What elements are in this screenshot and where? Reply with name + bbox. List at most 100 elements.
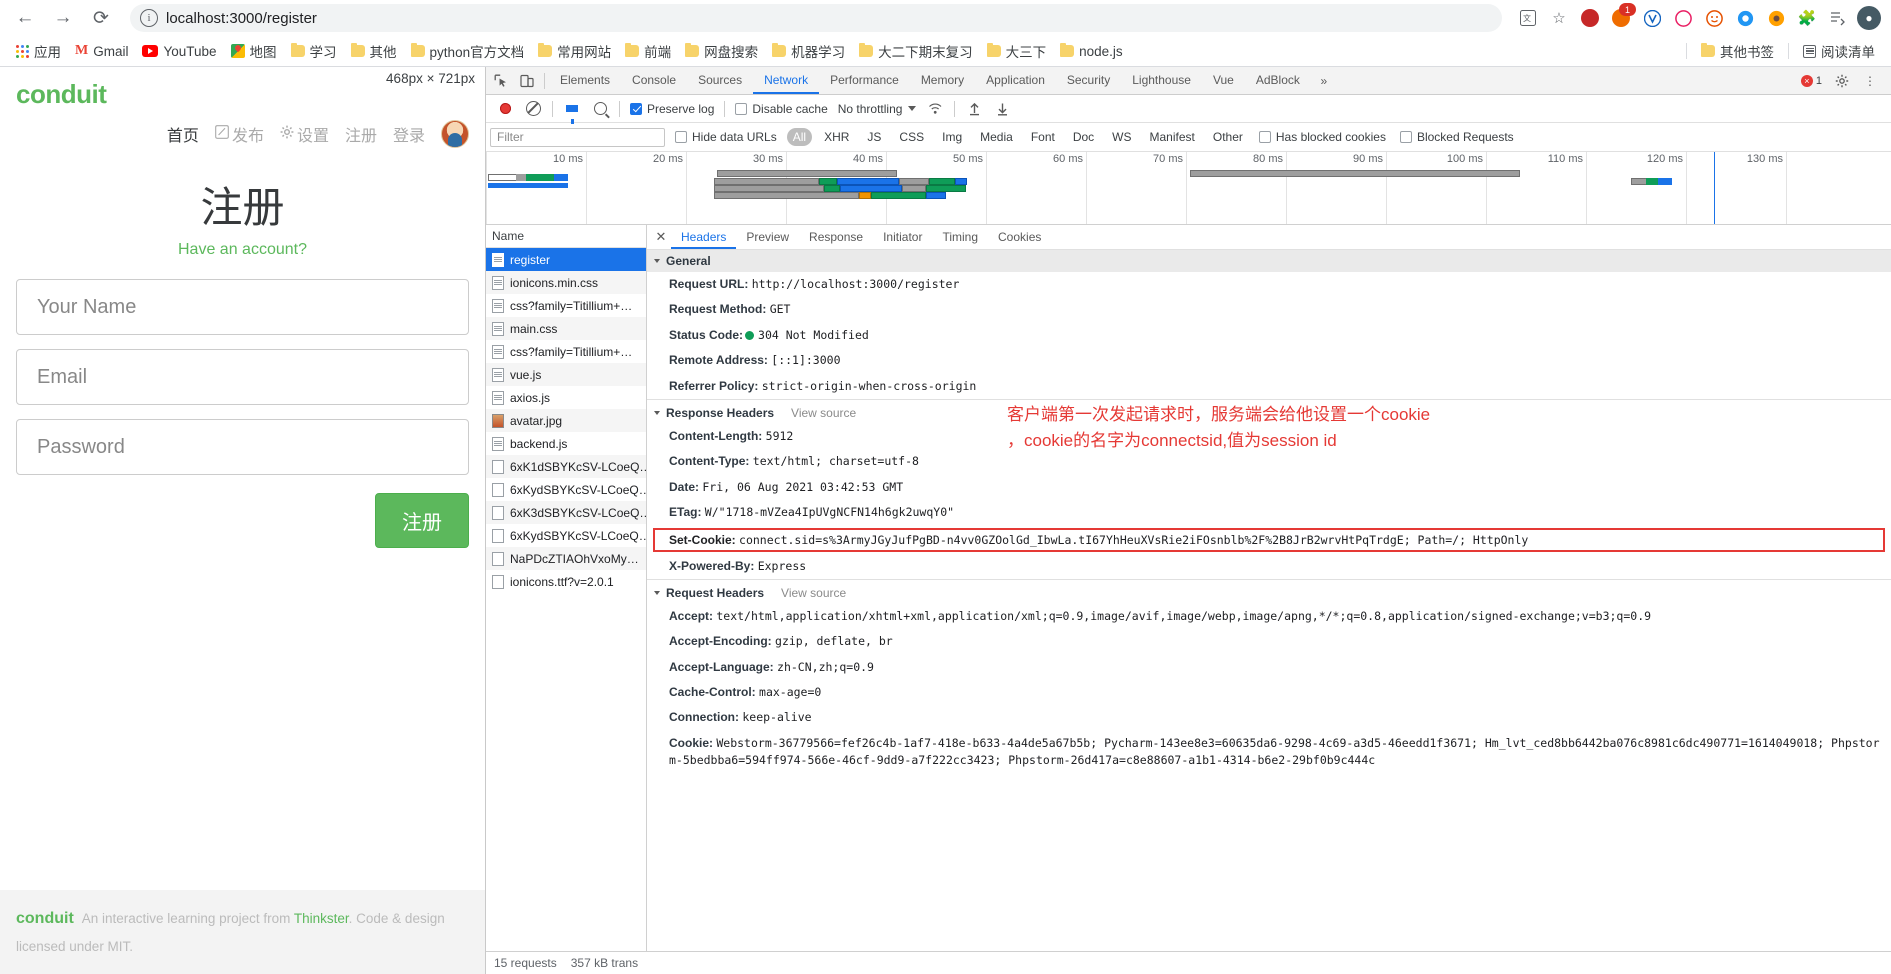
- extension-circle-icon[interactable]: [1669, 4, 1697, 32]
- nav-item-settings[interactable]: 设置: [280, 122, 329, 146]
- export-har-icon[interactable]: [989, 97, 1015, 121]
- filter-funnel-icon[interactable]: [559, 97, 585, 124]
- detail-tab-response[interactable]: Response: [799, 225, 873, 249]
- tab-elements[interactable]: Elements: [549, 67, 621, 94]
- gear-icon[interactable]: [1829, 69, 1855, 93]
- import-har-icon[interactable]: [961, 97, 987, 121]
- error-count-badge[interactable]: × 1: [1796, 74, 1827, 88]
- detail-tab-initiator[interactable]: Initiator: [873, 225, 932, 249]
- translate-icon[interactable]: 文: [1514, 4, 1542, 32]
- tab-vue[interactable]: Vue: [1202, 67, 1245, 94]
- table-row[interactable]: register: [486, 248, 646, 271]
- inspect-element-icon[interactable]: [488, 69, 514, 93]
- have-account-link[interactable]: Have an account?: [178, 241, 307, 259]
- table-row[interactable]: 6xK1dSBYKcSV-LCoeQ…: [486, 455, 646, 478]
- record-stop-icon[interactable]: [492, 97, 518, 121]
- tab-memory[interactable]: Memory: [910, 67, 975, 94]
- tab-console[interactable]: Console: [621, 67, 687, 94]
- extension-smiley-icon[interactable]: [1700, 4, 1728, 32]
- bookmark-gmail[interactable]: M Gmail: [69, 40, 134, 62]
- address-bar[interactable]: i localhost:3000/register: [130, 4, 1502, 32]
- bookmark-reading-list[interactable]: 阅读清单: [1797, 38, 1881, 64]
- puzzle-extensions-icon[interactable]: 🧩: [1793, 4, 1821, 32]
- more-vertical-icon[interactable]: ⋮: [1857, 69, 1883, 93]
- bookmark-folder-4[interactable]: 学习: [285, 38, 343, 64]
- nav-item-new-post[interactable]: 发布: [215, 122, 264, 146]
- bookmark-other-bookmarks[interactable]: 其他书签: [1695, 38, 1780, 64]
- tab-application[interactable]: Application: [975, 67, 1056, 94]
- bookmark-folder-8[interactable]: 前端: [619, 38, 677, 64]
- nav-item-login[interactable]: 登录: [393, 122, 425, 146]
- site-info-icon[interactable]: i: [140, 9, 158, 27]
- bookmark-folder-7[interactable]: 常用网站: [532, 38, 617, 64]
- profile-avatar-icon[interactable]: ●: [1855, 4, 1883, 32]
- throttling-select[interactable]: No throttling: [834, 102, 921, 116]
- network-overview-timeline[interactable]: 10 ms 20 ms 30 ms 40 ms 50 ms 60 ms 70 m…: [486, 152, 1891, 225]
- view-source-link[interactable]: View source: [791, 406, 856, 420]
- table-row[interactable]: axios.js: [486, 386, 646, 409]
- type-filter-ws[interactable]: WS: [1106, 128, 1137, 146]
- device-toolbar-icon[interactable]: [514, 69, 540, 93]
- table-row[interactable]: avatar.jpg: [486, 409, 646, 432]
- avatar[interactable]: [441, 120, 469, 148]
- nav-item-home[interactable]: 首页: [167, 122, 199, 146]
- extension-orange-icon[interactable]: [1762, 4, 1790, 32]
- section-response-headers[interactable]: Response Headers View source: [647, 398, 1891, 424]
- bookmark-apps[interactable]: 应用: [10, 38, 67, 64]
- tab-adblock[interactable]: AdBlock: [1245, 67, 1311, 94]
- bookmark-folder-11[interactable]: 大二下期末复习: [853, 38, 979, 64]
- type-filter-img[interactable]: Img: [936, 128, 968, 146]
- close-icon[interactable]: ✕: [651, 227, 671, 247]
- type-filter-js[interactable]: JS: [861, 128, 887, 146]
- network-conditions-icon[interactable]: [922, 97, 948, 121]
- section-general[interactable]: General: [647, 250, 1891, 272]
- blocked-requests-checkbox[interactable]: Blocked Requests: [1396, 130, 1518, 144]
- table-row[interactable]: css?family=Titillium+…: [486, 294, 646, 317]
- table-row[interactable]: 6xKydSBYKcSV-LCoeQ…: [486, 524, 646, 547]
- tab-network[interactable]: Network: [753, 67, 820, 94]
- type-filter-css[interactable]: CSS: [893, 128, 930, 146]
- nav-item-register[interactable]: 注册: [345, 122, 377, 146]
- has-blocked-cookies-checkbox[interactable]: Has blocked cookies: [1255, 130, 1390, 144]
- tab-security[interactable]: Security: [1056, 67, 1121, 94]
- extension-badge-icon[interactable]: 1: [1607, 3, 1636, 32]
- table-row[interactable]: 6xK3dSBYKcSV-LCoeQ…: [486, 501, 646, 524]
- table-row[interactable]: vue.js: [486, 363, 646, 386]
- preserve-log-checkbox[interactable]: Preserve log: [626, 102, 718, 116]
- bookmark-youtube[interactable]: YouTube: [136, 41, 222, 62]
- username-input[interactable]: [16, 279, 469, 335]
- bookmark-folder-6[interactable]: python官方文档: [405, 38, 531, 64]
- footer-thinkster-link[interactable]: Thinkster: [294, 911, 349, 926]
- site-brand[interactable]: conduit: [16, 79, 107, 110]
- email-input[interactable]: [16, 349, 469, 405]
- menu-list-icon[interactable]: [1824, 4, 1852, 32]
- detail-tab-cookies[interactable]: Cookies: [988, 225, 1051, 249]
- chevron-double-right-icon[interactable]: »: [1311, 69, 1337, 93]
- table-row[interactable]: ionicons.ttf?v=2.0.1: [486, 570, 646, 593]
- tab-sources[interactable]: Sources: [687, 67, 753, 94]
- reload-icon[interactable]: ⟳: [84, 1, 118, 35]
- bookmark-folder-13[interactable]: node.js: [1054, 41, 1129, 62]
- bookmark-folder-10[interactable]: 机器学习: [766, 38, 851, 64]
- view-source-link[interactable]: View source: [781, 586, 846, 600]
- extension-blue-icon[interactable]: [1731, 4, 1759, 32]
- register-submit-button[interactable]: 注册: [375, 493, 469, 548]
- hide-data-urls-checkbox[interactable]: Hide data URLs: [671, 130, 781, 144]
- back-arrow-icon[interactable]: ←: [8, 1, 42, 35]
- section-request-headers[interactable]: Request Headers View source: [647, 578, 1891, 604]
- detail-tab-timing[interactable]: Timing: [932, 225, 988, 249]
- type-filter-font[interactable]: Font: [1025, 128, 1061, 146]
- extension-v-icon[interactable]: [1638, 4, 1666, 32]
- tab-performance[interactable]: Performance: [819, 67, 910, 94]
- table-row[interactable]: css?family=Titillium+…: [486, 340, 646, 363]
- bookmark-star-icon[interactable]: ☆: [1545, 4, 1573, 32]
- bookmark-folder-5[interactable]: 其他: [345, 38, 403, 64]
- detail-tab-headers[interactable]: Headers: [671, 225, 737, 249]
- table-row[interactable]: main.css: [486, 317, 646, 340]
- type-filter-all[interactable]: All: [786, 128, 813, 146]
- table-row[interactable]: 6xKydSBYKcSV-LCoeQ…: [486, 478, 646, 501]
- bookmark-folder-12[interactable]: 大三下: [981, 38, 1053, 64]
- table-row[interactable]: ionicons.min.css: [486, 271, 646, 294]
- detail-tab-preview[interactable]: Preview: [736, 225, 799, 249]
- clear-icon[interactable]: [520, 97, 546, 121]
